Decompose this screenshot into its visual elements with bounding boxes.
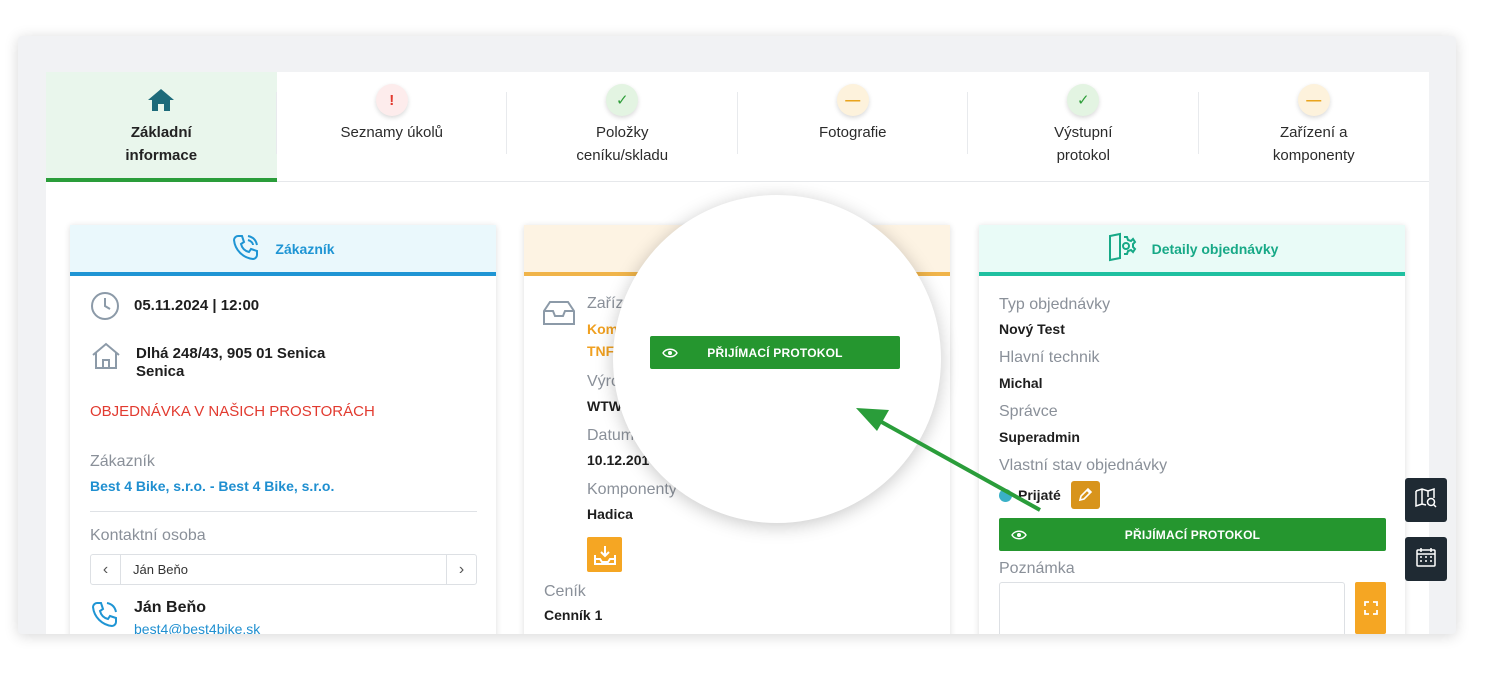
callout-arrow: [856, 408, 1041, 512]
